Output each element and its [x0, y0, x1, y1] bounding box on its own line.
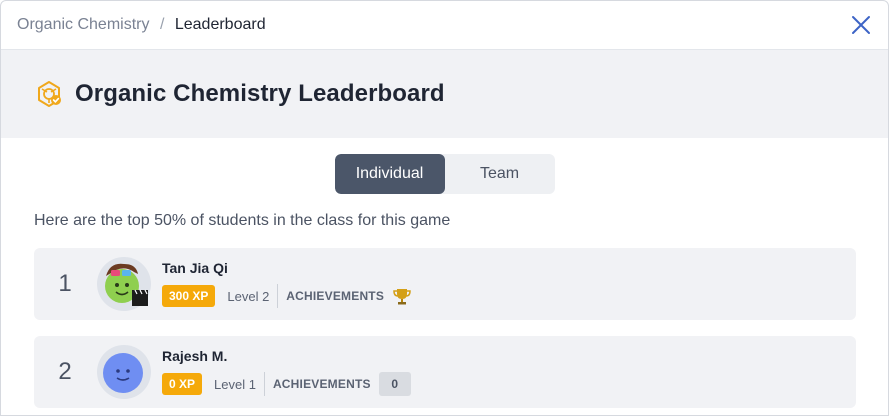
- avatar-blue-icon: [97, 345, 151, 399]
- page-title: Organic Chemistry Leaderboard: [75, 80, 445, 107]
- achievements-label: ACHIEVEMENTS: [272, 377, 371, 391]
- student-meta: 300 XP Level 2 ACHIEVEMENTS: [162, 284, 412, 308]
- achievements-label: ACHIEVEMENTS: [286, 289, 385, 303]
- student-info: Rajesh M. 0 XP Level 1 ACHIEVEMENTS 0: [162, 348, 411, 396]
- leaderboard-list: 1 Tan Jia Qi 300 XP Level 2 ACHIEVEMENTS…: [34, 248, 856, 408]
- avatar-green-icon: [97, 257, 151, 311]
- leaderboard-modal: Organic Chemistry / Leaderboard Organic …: [0, 0, 889, 416]
- xp-badge: 300 XP: [162, 285, 216, 307]
- student-meta: 0 XP Level 1 ACHIEVEMENTS 0: [162, 372, 411, 396]
- achievements-count: 0: [378, 372, 411, 396]
- student-name: Tan Jia Qi: [162, 260, 228, 276]
- divider: [277, 284, 279, 308]
- page-header: Organic Chemistry Leaderboard: [1, 50, 888, 138]
- breadcrumb-separator: /: [159, 16, 165, 33]
- view-toggle: Individual Team: [1, 154, 888, 194]
- breadcrumb-current: Leaderboard: [174, 16, 266, 33]
- tab-individual[interactable]: Individual: [334, 154, 445, 194]
- avatar: [96, 256, 152, 312]
- leaderboard-description: Here are the top 50% of students in the …: [34, 212, 451, 229]
- tab-team[interactable]: Team: [445, 154, 555, 194]
- leaderboard-row: 1 Tan Jia Qi 300 XP Level 2 ACHIEVEMENTS: [34, 248, 856, 320]
- close-icon: [852, 16, 870, 34]
- student-name: Rajesh M.: [162, 348, 228, 364]
- xp-badge: 0 XP: [162, 373, 203, 395]
- breadcrumb-parent[interactable]: Organic Chemistry: [17, 16, 149, 33]
- leaderboard-row: 2 Rajesh M. 0 XP Level 1 ACHIEVEMENTS 0: [34, 336, 856, 408]
- chemistry-badge-icon: [38, 81, 61, 107]
- close-button[interactable]: [851, 15, 871, 35]
- level-label: Level 2: [227, 288, 270, 304]
- rank-number: 1: [58, 270, 72, 297]
- level-label: Level 1: [214, 376, 256, 392]
- rank-number: 2: [58, 358, 72, 385]
- topbar: Organic Chemistry / Leaderboard: [1, 1, 888, 50]
- breadcrumb: Organic Chemistry / Leaderboard: [17, 16, 266, 34]
- avatar: [96, 344, 152, 400]
- student-info: Tan Jia Qi 300 XP Level 2 ACHIEVEMENTS: [162, 260, 412, 308]
- trophy-icon[interactable]: [392, 286, 412, 306]
- divider: [263, 372, 265, 396]
